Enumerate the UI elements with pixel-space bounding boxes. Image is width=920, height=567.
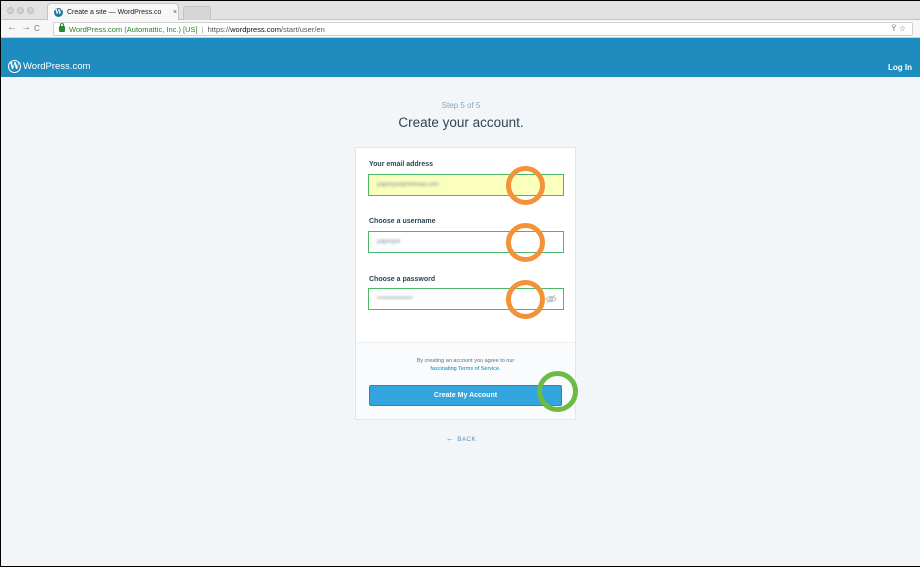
terms-of-service-link[interactable]: fascinating Terms of Service. [356, 366, 575, 374]
login-link-front[interactable]: Log In [888, 63, 912, 72]
browser-toolbar: ← → C WordPress.com (Automattic, Inc.) [… [1, 20, 920, 38]
email-highlight-ring [506, 166, 545, 205]
password-value: ••••••••••••••••• [377, 296, 413, 302]
step-indicator: Step 5 of 5 [441, 101, 481, 110]
tab-close-icon[interactable]: × [173, 9, 177, 16]
forward-arrow-icon[interactable]: → [21, 22, 31, 33]
window-zoom-dot[interactable] [27, 7, 34, 14]
wordpress-logo-front[interactable]: W WordPress.com [8, 60, 90, 73]
username-label: Choose a username [369, 218, 436, 225]
back-label: BACK [457, 436, 477, 443]
wordpress-favicon-icon: W [54, 7, 63, 17]
submit-highlight-ring [537, 371, 578, 412]
tab-title: Create a site — WordPress.co [67, 8, 162, 16]
tab-strip: W Create a site — WordPress.co × [1, 1, 920, 20]
url-host: wordpress.com [230, 24, 281, 34]
wordpress-w-icon: W [8, 60, 21, 73]
email-value: paperjoe@hotmail.com [377, 182, 439, 188]
url-path: /start/user/en [280, 24, 325, 34]
address-divider: | [201, 24, 204, 34]
terms-notice: By creating an account you agree to our … [356, 358, 575, 373]
create-account-button[interactable]: Create My Account [369, 385, 562, 406]
back-arrow-icon: ← [445, 434, 455, 443]
address-bar[interactable]: WordPress.com (Automattic, Inc.) [US] | … [53, 22, 913, 36]
username-highlight-ring [506, 223, 545, 262]
new-tab-button[interactable] [183, 6, 211, 20]
hide-password-eye-icon[interactable] [545, 294, 557, 304]
browser-tab-active[interactable]: W Create a site — WordPress.co × [47, 3, 179, 20]
site-identity: WordPress.com (Automattic, Inc.) [US] [69, 24, 198, 34]
brand-name: WordPress.com [23, 61, 91, 72]
reload-icon[interactable]: C [34, 24, 40, 33]
masterbar-band [1, 57, 920, 77]
back-arrow-icon[interactable]: ← [7, 22, 17, 33]
terms-text: By creating an account you agree to our [416, 358, 515, 364]
email-label: Your email address [369, 161, 434, 168]
window-close-dot[interactable] [7, 7, 14, 14]
password-label: Choose a password [369, 276, 436, 283]
bookmark-star-icon[interactable]: Ÿ ☆ [891, 24, 906, 33]
browser-window: W Create a site — WordPress.co × ← → C W… [0, 0, 920, 567]
url-protocol: https:// [207, 24, 231, 34]
page-title: Create your account. [398, 115, 524, 130]
password-highlight-ring [506, 280, 545, 319]
lock-icon [59, 23, 65, 32]
back-link[interactable]: ← BACK [1, 434, 920, 443]
window-minimize-dot[interactable] [17, 7, 24, 14]
username-value: paperjoe [377, 239, 401, 245]
